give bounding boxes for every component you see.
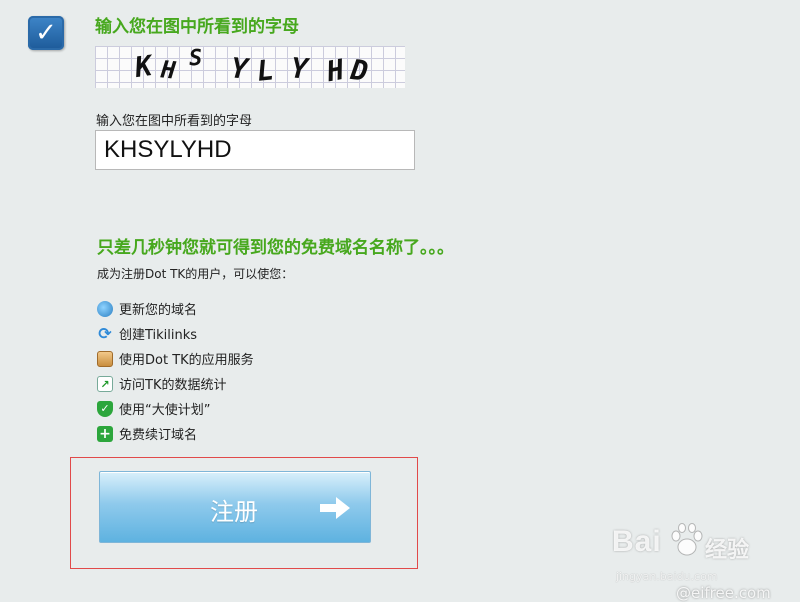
watermark-url: jingyan.baidu.com — [616, 570, 718, 583]
site-watermark-text: eifree.com — [691, 584, 771, 602]
benefit-item: 使用Dot TK的应用服务 — [97, 346, 254, 371]
benefit-item: + 免费续订域名 — [97, 421, 254, 446]
captcha-char: S — [188, 45, 204, 72]
site-watermark: @eifree.com — [676, 584, 771, 602]
chart-icon: ↗ — [97, 375, 113, 392]
captcha-heading: 输入您在图中所看到的字母 — [95, 17, 299, 37]
benefit-item: ✓ 使用“大使计划” — [97, 396, 254, 421]
captcha-image: K H S Y L Y H D — [95, 46, 405, 88]
benefit-item: 更新您的域名 — [97, 296, 254, 321]
benefit-label: 创建Tikilinks — [119, 328, 198, 343]
promo-title: 只差几秒钟您就可得到您的免费域名名称了。。。 — [97, 238, 454, 258]
plus-icon: + — [97, 425, 113, 442]
captcha-char: D — [348, 52, 371, 89]
benefit-label: 使用“大使计划” — [119, 403, 211, 418]
benefit-label: 使用Dot TK的应用服务 — [119, 353, 254, 368]
globe-icon — [97, 300, 113, 317]
arrow-right-icon — [320, 497, 350, 519]
benefit-label: 更新您的域名 — [119, 303, 198, 318]
link-icon: ⟳ — [98, 323, 112, 343]
captcha-char: Y — [289, 51, 309, 86]
shield-check-icon: ✓ — [97, 400, 113, 417]
captcha-char: H — [324, 52, 347, 89]
benefit-item: ⟳ 创建Tikilinks — [97, 321, 254, 346]
baidu-logo: Bai — [612, 525, 662, 558]
box-icon — [97, 350, 113, 367]
checkbox-checked-icon[interactable]: ✓ — [28, 16, 64, 50]
benefits-intro: 成为注册Dot TK的用户，可以使您： — [97, 267, 294, 281]
benefit-label: 免费续订域名 — [119, 428, 198, 443]
register-button[interactable]: 注册 — [99, 471, 371, 543]
register-button-label: 注册 — [210, 499, 258, 526]
benefits-list: 更新您的域名 ⟳ 创建Tikilinks 使用Dot TK的应用服务 ↗ 访问T… — [97, 296, 254, 446]
baidu-jingyan-label: 经验 — [705, 538, 750, 563]
captcha-char: K — [132, 48, 155, 85]
paw-icon — [671, 523, 703, 556]
captcha-char: Y — [229, 51, 250, 86]
benefit-item: ↗ 访问TK的数据统计 — [97, 371, 254, 396]
captcha-char: L — [255, 53, 276, 88]
captcha-field-label: 输入您在图中所看到的字母 — [96, 114, 253, 129]
captcha-char: H — [159, 55, 177, 85]
benefit-label: 访问TK的数据统计 — [119, 378, 227, 393]
captcha-input[interactable] — [95, 130, 415, 170]
